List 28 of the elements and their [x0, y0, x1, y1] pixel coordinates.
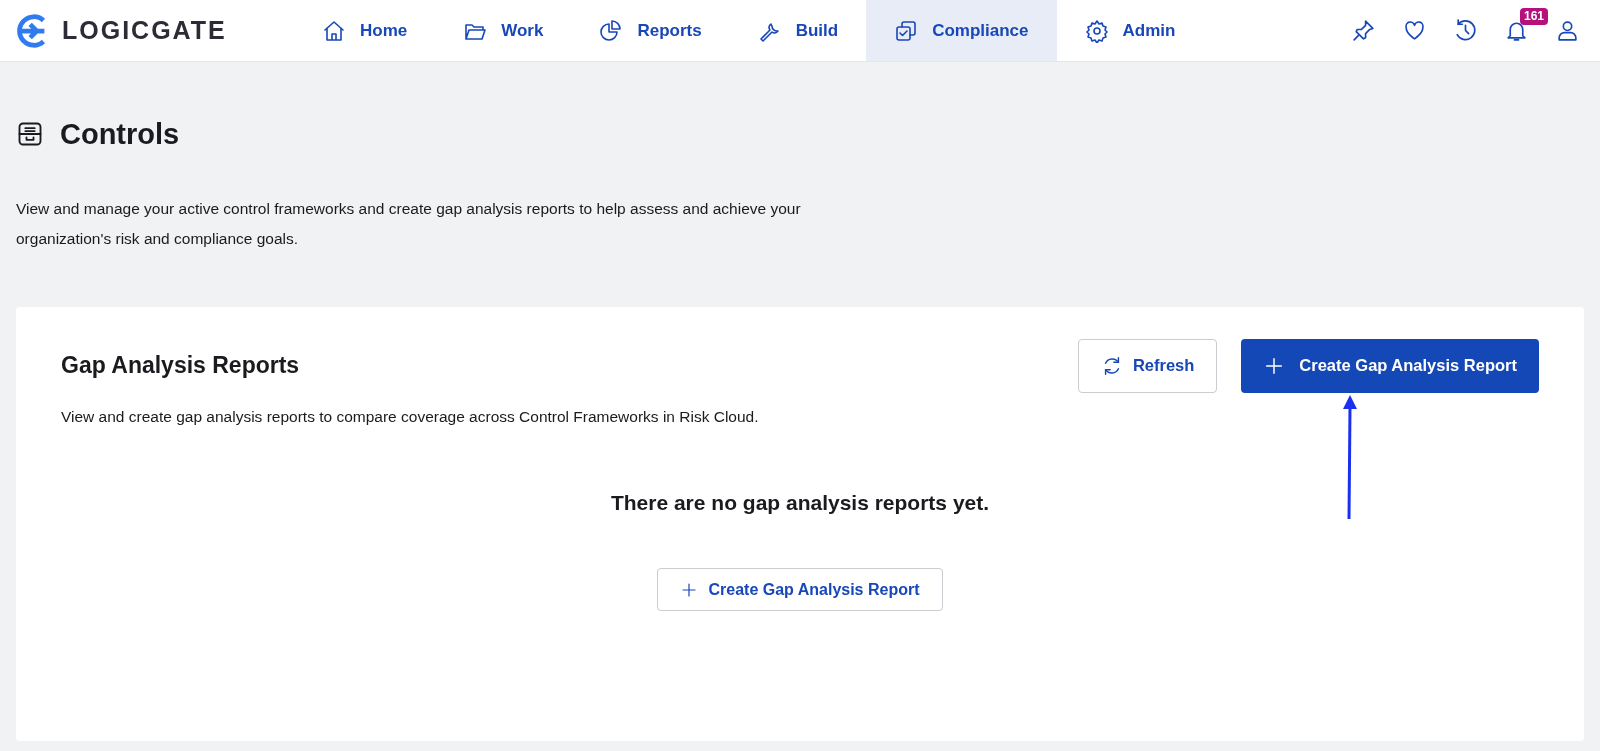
nav-tab[interactable]: Work [435, 0, 572, 61]
nav-tab[interactable]: Compliance [866, 0, 1057, 61]
pie-chart-icon [599, 18, 624, 43]
pin-button[interactable] [1351, 18, 1376, 43]
heart-button[interactable] [1402, 18, 1427, 43]
notification-count: 161 [1520, 8, 1549, 26]
refresh-button[interactable]: Refresh [1077, 338, 1218, 393]
gear-icon [1084, 18, 1109, 43]
nav-tab[interactable]: Reports [571, 0, 730, 61]
page-title: Controls [60, 117, 180, 152]
user-button[interactable] [1555, 18, 1580, 43]
nav-tab[interactable]: Build [729, 0, 867, 61]
create-report-button[interactable]: Create Gap Analysis Report [657, 568, 943, 612]
brand-name: LOGICGATE [62, 14, 227, 46]
history-icon [1453, 18, 1478, 43]
panel-title: Gap Analysis Reports [61, 351, 301, 380]
history-button[interactable] [1453, 18, 1478, 43]
home-icon [322, 18, 346, 43]
nav-tab[interactable]: Home [294, 0, 436, 61]
user-icon [1555, 18, 1580, 43]
checkbox-stack-icon [894, 18, 919, 43]
page-description: View and manage your active control frameworks and create gap analysis reports to help assess and achieve your organization's risk and compliance goals. [16, 198, 802, 249]
pin-icon [1351, 18, 1376, 43]
heart-icon [1402, 18, 1427, 43]
empty-message: There are no gap analysis reports yet. [610, 489, 990, 516]
nav-tab[interactable]: Admin [1056, 0, 1204, 61]
panel-description: View and create gap analysis reports to compare coverage across Control Frameworks in Risk Cloud. [61, 407, 759, 428]
create-report-button[interactable]: Create Gap Analysis Report [1241, 338, 1539, 393]
